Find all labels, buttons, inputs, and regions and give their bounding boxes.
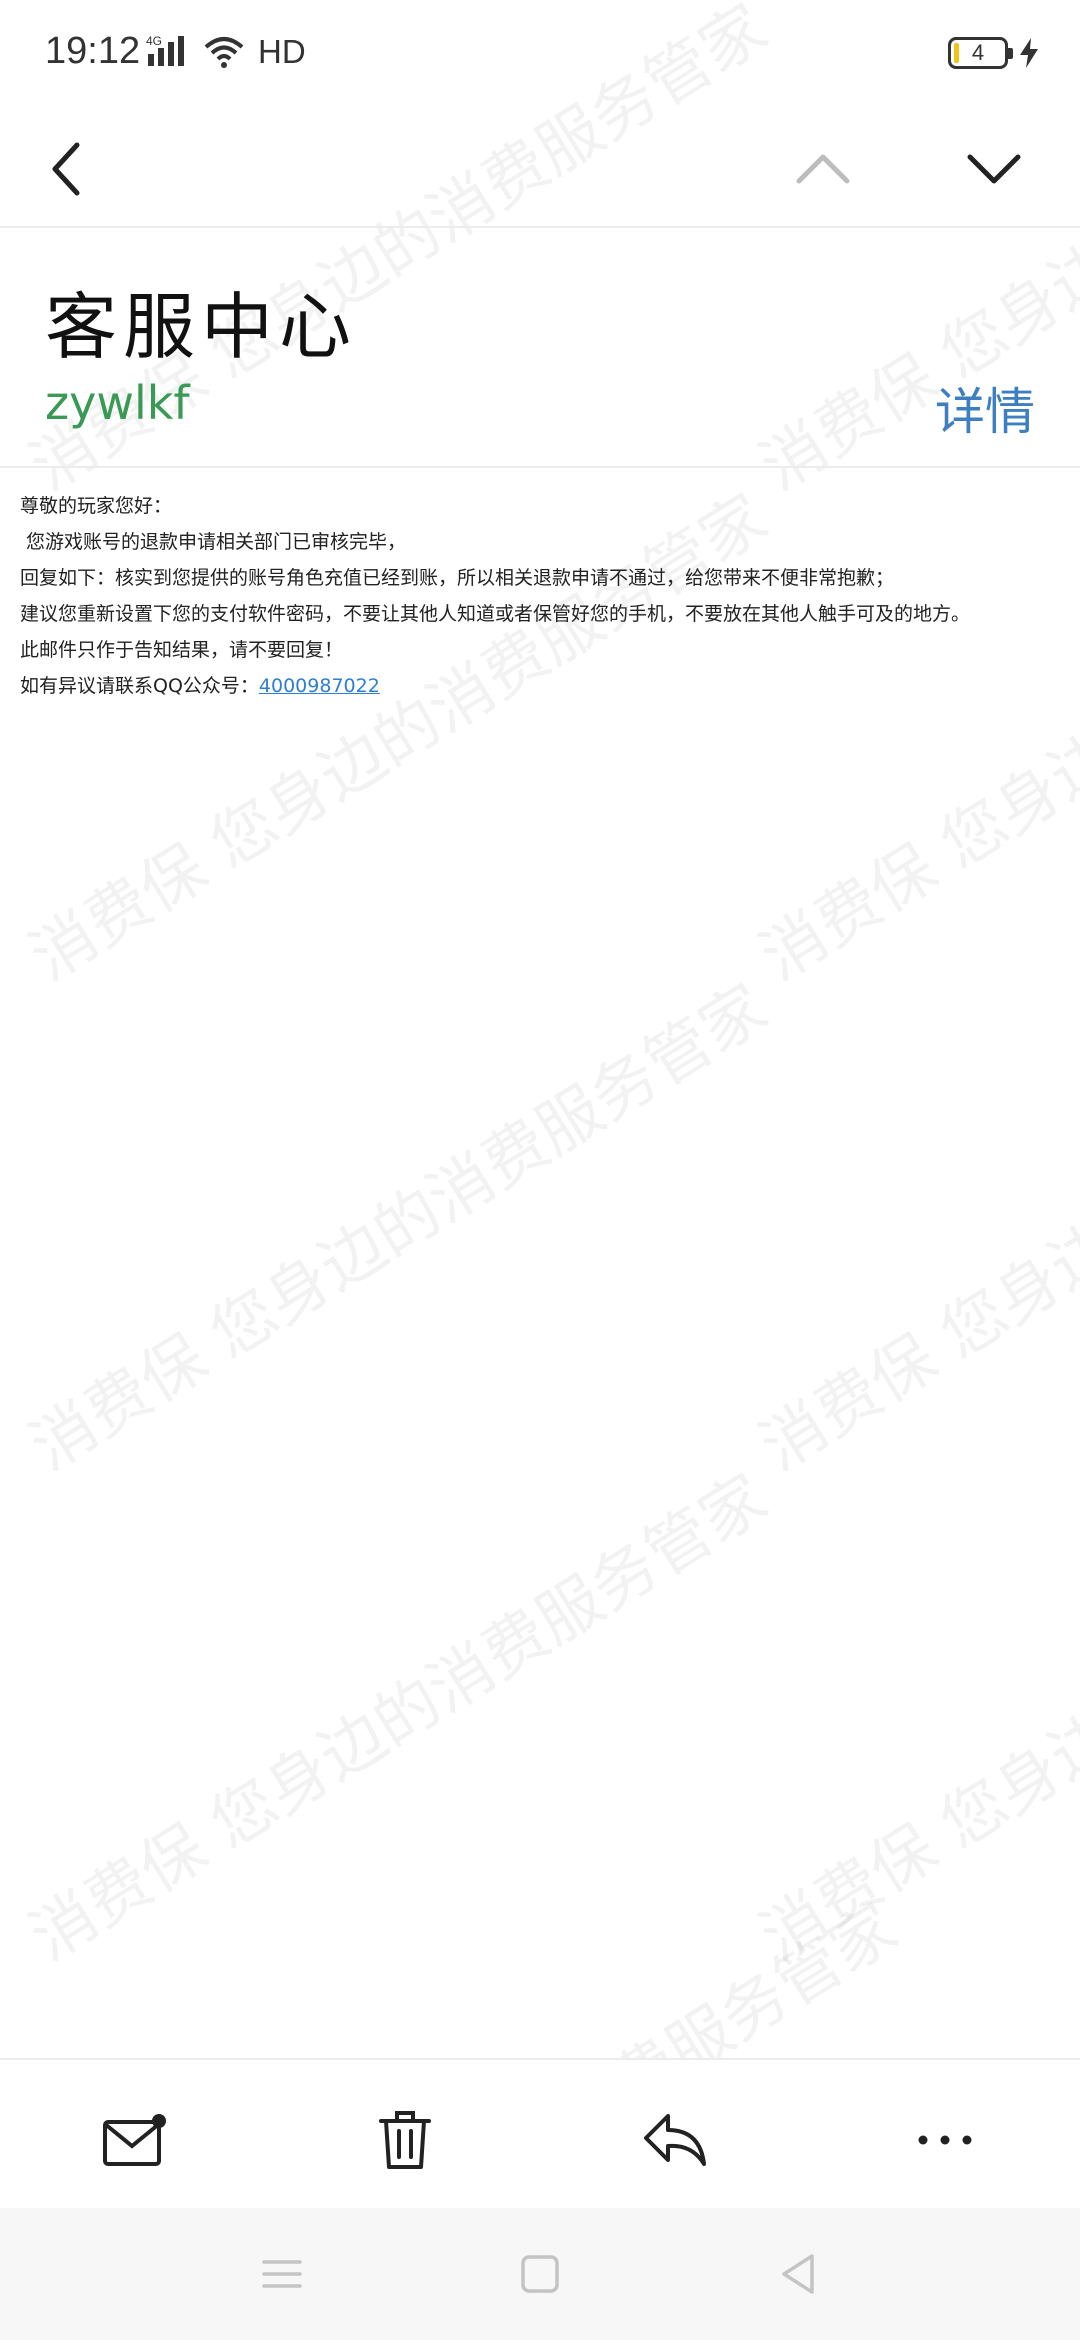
network-type: 4G <box>146 34 162 48</box>
sender-name: 客服中心 <box>45 285 358 369</box>
body-line-contact: 如有异议请联系QQ公众号：4000987022 <box>20 668 1070 704</box>
bottom-toolbar <box>0 2058 1080 2208</box>
body-line: 建议您重新设置下您的支付软件密码，不要让其他人知道或者保管好您的手机，不要放在其… <box>20 603 971 625</box>
next-mail-button[interactable] <box>949 124 1039 214</box>
trash-icon <box>379 2111 431 2169</box>
recents-button[interactable] <box>247 2244 317 2304</box>
reply-button[interactable] <box>630 2100 720 2180</box>
wifi-icon <box>204 37 244 68</box>
home-button[interactable] <box>505 2244 575 2304</box>
sender-id[interactable]: zywlkf <box>45 376 190 430</box>
reply-icon <box>644 2114 706 2166</box>
top-nav <box>0 110 1080 228</box>
mail-body: 尊敬的玩家您好： 您游戏账号的退款申请相关部门已审核完毕， 回复如下：核实到您提… <box>20 488 1070 704</box>
mail-unread-icon <box>103 2114 166 2166</box>
square-icon <box>521 2255 559 2293</box>
qq-prefix: 如有异议请联系QQ公众号： <box>20 675 259 697</box>
charging-icon <box>1020 38 1038 68</box>
mark-unread-button[interactable] <box>90 2100 180 2180</box>
battery-icon: 4 <box>948 37 1013 69</box>
chevron-up-icon <box>796 154 850 184</box>
watermark: 消费保 您身边 <box>747 1698 1080 1976</box>
body-line: 回复如下：核实到您提供的账号角色充值已经到账，所以相关退款申请不通过，给您带来不… <box>20 567 895 589</box>
cellular-signal-icon: 4G <box>146 34 184 66</box>
status-bar: 19:12 4G HD 4 <box>0 0 1080 110</box>
triangle-back-icon <box>782 2254 814 2294</box>
watermark: 消费保 您身边 <box>747 718 1080 996</box>
watermark: 消费保 您身边的消费服务管家 <box>17 1461 780 1976</box>
watermark: 消费保 您身边 <box>747 1208 1080 1486</box>
battery-level: 4 <box>971 40 985 65</box>
previous-mail-button[interactable] <box>778 124 868 214</box>
chevron-down-icon <box>967 154 1021 184</box>
system-nav-bar <box>0 2208 1080 2340</box>
watermark: 消费保 您身边的消费服务管家 <box>17 971 780 1486</box>
status-time: 19:12 <box>45 30 141 72</box>
system-back-button[interactable] <box>763 2244 833 2304</box>
more-button[interactable] <box>900 2100 990 2180</box>
mail-header: 客服中心 zywlkf 详情 <box>0 228 1080 468</box>
body-line: 尊敬的玩家您好： <box>20 495 173 517</box>
delete-button[interactable] <box>360 2100 450 2180</box>
chevron-left-icon <box>52 142 80 196</box>
status-icons: 4G HD <box>146 33 306 71</box>
qq-number-link[interactable]: 4000987022 <box>259 675 380 697</box>
body-line: 此邮件只作于告知结果，请不要回复！ <box>20 639 344 661</box>
menu-icon <box>262 2260 302 2288</box>
details-link[interactable]: 详情 <box>935 372 1035 444</box>
body-line: 您游戏账号的退款申请相关部门已审核完毕， <box>26 531 407 553</box>
back-button[interactable] <box>22 124 112 214</box>
hd-indicator: HD <box>258 33 306 70</box>
more-icon <box>918 2135 972 2145</box>
